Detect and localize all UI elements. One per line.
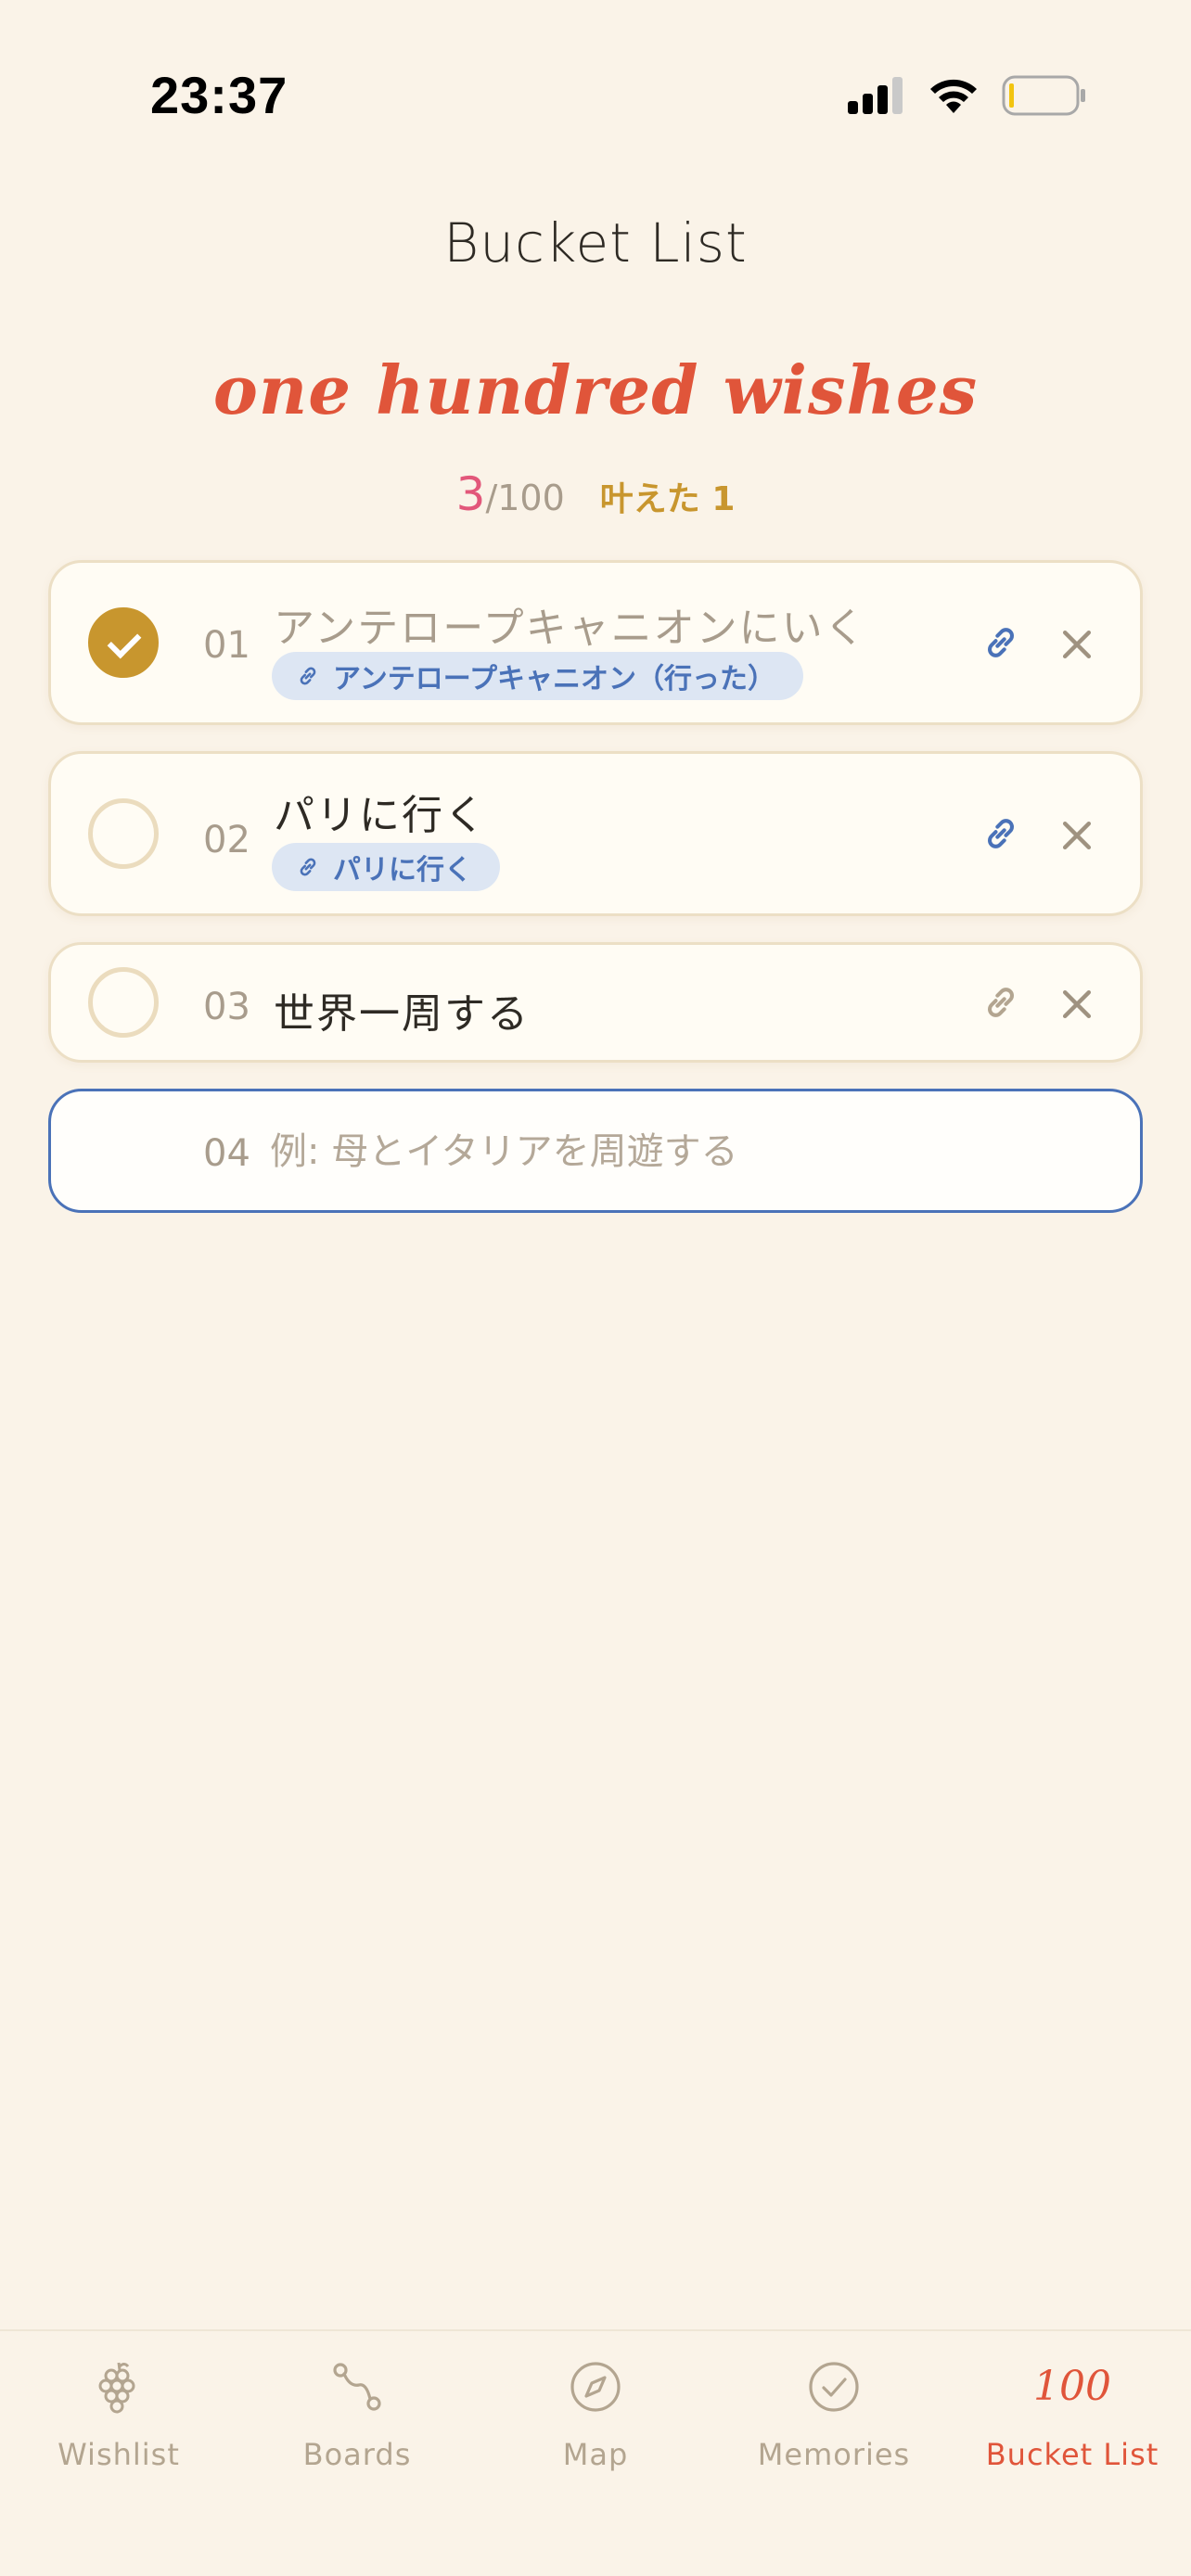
done-checkbox[interactable]	[88, 607, 159, 678]
count-done: 3	[455, 467, 486, 521]
tab-memories[interactable]: Memories	[715, 2331, 953, 2517]
status-icons	[848, 72, 1087, 119]
link-icon	[300, 858, 316, 876]
page-subtitle: one hundred wishes	[212, 351, 979, 429]
linked-board-tag[interactable]: アンテロープキャニオン（行った）	[272, 652, 803, 700]
done-checkbox[interactable]	[88, 967, 159, 1038]
tab-wishlist[interactable]: Wishlist	[0, 2331, 237, 2517]
tab-label: Wishlist	[58, 2437, 180, 2472]
item-title[interactable]: パリに行く	[274, 782, 487, 841]
close-icon[interactable]	[1057, 624, 1097, 665]
item-number: 03	[203, 986, 250, 1028]
status-bar: 23:37	[0, 0, 1191, 185]
list-item: 02 パリに行く パリに行く	[48, 751, 1143, 916]
item-title[interactable]: 世界一周する	[274, 980, 530, 1039]
hundred-icon: 100	[1033, 2363, 1111, 2410]
tab-label: Bucket List	[985, 2437, 1159, 2472]
link-icon[interactable]	[980, 982, 1021, 1023]
item-title[interactable]: アンテロープキャニオンにいく	[274, 594, 867, 654]
achieved-count: 叶えた 1	[599, 480, 736, 518]
close-icon[interactable]	[1057, 815, 1097, 856]
tab-label: Boards	[302, 2437, 412, 2472]
compass-icon	[570, 2362, 621, 2412]
link-icon	[300, 667, 316, 685]
check-circle-icon	[809, 2362, 859, 2412]
list-item: 01 アンテロープキャニオンにいく アンテロープキャニオン（行った）	[48, 560, 1143, 725]
tab-label: Memories	[757, 2437, 911, 2472]
tag-label: パリに行く	[333, 854, 472, 886]
link-icon[interactable]	[980, 813, 1021, 854]
tab-bucket-list[interactable]: 100 Bucket List	[954, 2331, 1191, 2517]
tab-label: Map	[562, 2437, 629, 2472]
tab-bar: Wishlist Boards Map Memories 100 Bucket …	[0, 2329, 1191, 2576]
route-icon	[333, 2363, 381, 2411]
tab-boards[interactable]: Boards	[238, 2331, 476, 2517]
item-number: 02	[203, 819, 250, 861]
status-time: 23:37	[150, 66, 288, 124]
new-item-row: 04	[48, 1089, 1143, 1213]
list-item: 03 世界一周する	[48, 942, 1143, 1063]
grapes-icon	[98, 2362, 135, 2414]
signal-icon	[848, 77, 903, 114]
tag-label: アンテロープキャニオン（行った）	[333, 663, 775, 695]
progress-counter: 3 /100 叶えた 1	[0, 467, 1191, 521]
count-total: /100	[485, 478, 565, 518]
linked-board-tag[interactable]: パリに行く	[272, 843, 500, 891]
tab-map[interactable]: Map	[477, 2331, 714, 2517]
page-title: Bucket List	[443, 211, 748, 274]
battery-icon	[1002, 75, 1085, 116]
item-number: 04	[203, 1132, 250, 1175]
new-item-input[interactable]	[270, 1119, 1105, 1184]
item-number: 01	[203, 624, 250, 667]
done-checkbox[interactable]	[88, 798, 159, 869]
link-icon[interactable]	[980, 622, 1021, 663]
wifi-icon	[930, 79, 977, 113]
close-icon[interactable]	[1057, 984, 1097, 1025]
